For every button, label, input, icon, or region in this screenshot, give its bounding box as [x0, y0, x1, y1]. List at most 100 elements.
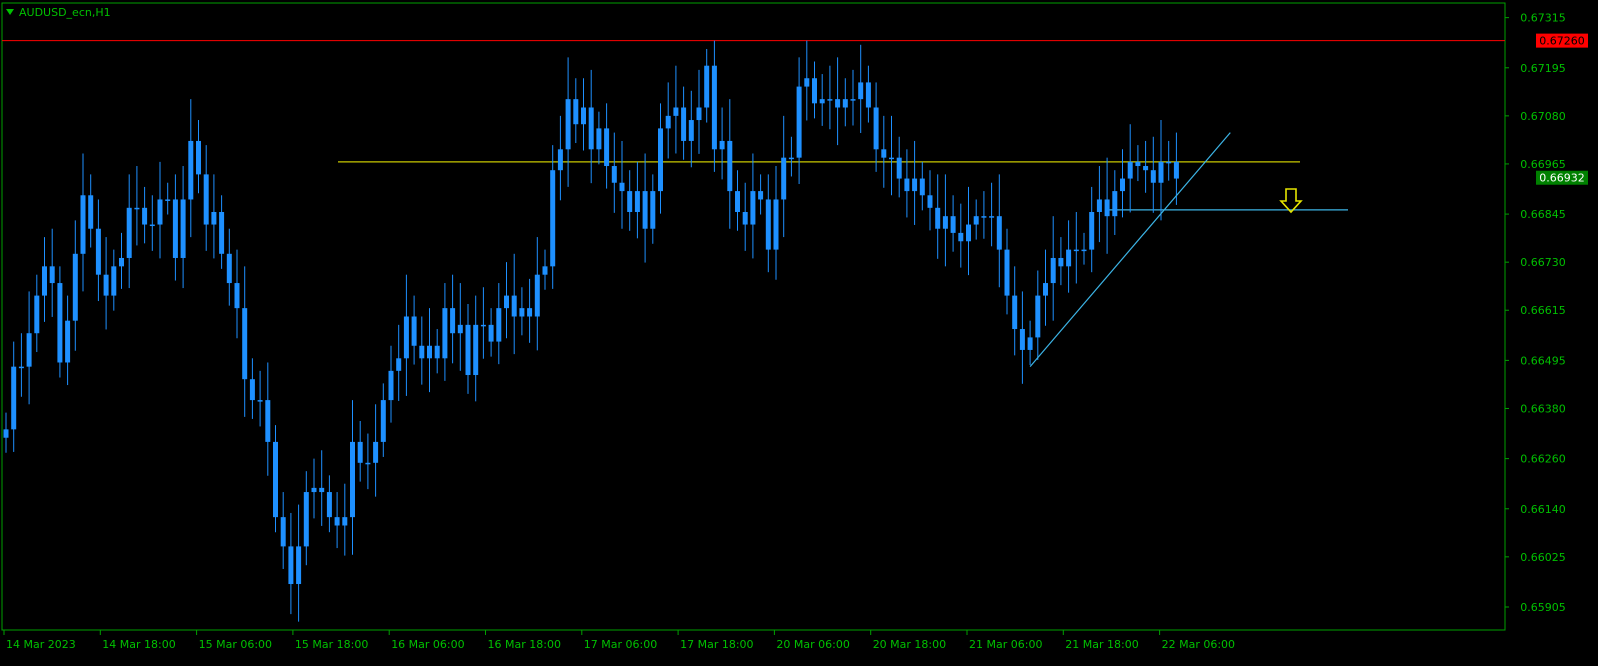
candle-body — [3, 429, 9, 438]
candle-body — [1012, 295, 1018, 330]
candle-body — [681, 107, 687, 141]
candle-body — [665, 115, 671, 129]
candle-body — [889, 157, 894, 160]
candle-body — [303, 492, 309, 547]
x-tick-label: 14 Mar 18:00 — [102, 638, 175, 651]
price-chart[interactable]: 0.67315 0.67195 0.67080 0.66965 0.66845 0.667… — [0, 0, 1598, 666]
candle-body — [334, 517, 340, 526]
candle-body — [1112, 191, 1118, 217]
x-tick-label: 15 Mar 18:00 — [295, 638, 368, 651]
candle-body — [1173, 161, 1179, 179]
y-tick-label: 0.66260 — [1520, 453, 1566, 466]
candle-body — [172, 199, 178, 258]
resistance-price-label: 0.67260 — [1539, 35, 1585, 48]
candle-body — [396, 358, 402, 371]
candle-body — [973, 216, 979, 225]
candle-body — [1004, 249, 1010, 296]
candle-body — [95, 228, 101, 275]
candle-body — [850, 99, 856, 101]
candle-body — [981, 216, 987, 218]
candle-body — [804, 78, 810, 87]
candle-body — [480, 324, 486, 327]
candle-body — [1058, 257, 1064, 267]
candle-body — [149, 224, 155, 227]
candle-body — [411, 316, 417, 346]
candle-body — [565, 99, 571, 150]
candle-body — [1081, 249, 1087, 252]
candle-body — [57, 283, 63, 363]
candle-body — [203, 174, 209, 225]
y-tick-label: 0.66615 — [1520, 304, 1566, 317]
candle-body — [989, 216, 995, 218]
candle-body — [873, 107, 879, 150]
candle-body — [1158, 161, 1164, 183]
candle-body — [1104, 199, 1110, 217]
candle-body — [134, 207, 140, 210]
x-tick-label: 16 Mar 18:00 — [488, 638, 561, 651]
candle-body — [1027, 337, 1033, 350]
candle-body — [350, 441, 355, 518]
candle-body — [727, 140, 733, 192]
candle-body — [465, 324, 471, 376]
candle-body — [180, 199, 186, 258]
y-tick-label: 0.66495 — [1520, 354, 1566, 367]
candle-body — [627, 191, 633, 212]
candle-body — [34, 295, 40, 334]
x-tick-label: 17 Mar 18:00 — [680, 638, 753, 651]
candle-body — [1019, 329, 1025, 350]
x-tick-label: 17 Mar 06:00 — [584, 638, 657, 651]
y-tick-label: 0.67080 — [1520, 110, 1566, 123]
current-price-label: 0.66932 — [1539, 172, 1585, 185]
y-tick-label: 0.67315 — [1520, 12, 1566, 25]
candle-body — [650, 191, 656, 229]
candle-body — [111, 266, 117, 296]
candle-body — [388, 370, 394, 401]
candle-body — [750, 191, 756, 225]
candle-body — [1096, 199, 1102, 212]
candle-body — [119, 257, 124, 267]
candle-body — [442, 308, 448, 359]
candle-body — [927, 195, 933, 208]
y-tick-label: 0.66380 — [1520, 402, 1566, 415]
candle-body — [658, 128, 663, 192]
candle-body — [519, 308, 525, 317]
candle-body — [1066, 249, 1072, 267]
candle-body — [211, 212, 217, 225]
candle-body — [234, 283, 240, 309]
y-tick-label: 0.66965 — [1520, 158, 1566, 171]
candle-body — [80, 195, 86, 254]
candle-body — [380, 400, 386, 442]
collapse-triangle-icon[interactable] — [6, 9, 14, 15]
y-tick-label: 0.66730 — [1520, 256, 1566, 269]
candle-body — [634, 191, 640, 212]
candle-body — [273, 441, 278, 518]
candle-body — [1120, 178, 1125, 192]
candle-body — [611, 166, 617, 183]
candle-body — [688, 120, 694, 141]
candle-body — [419, 345, 425, 359]
candle-body — [796, 86, 802, 158]
candle-body — [1089, 212, 1095, 250]
candle-body — [942, 216, 948, 229]
candle-body — [11, 366, 17, 430]
candle-body — [604, 128, 610, 167]
candle-body — [781, 157, 787, 200]
candle-body — [427, 345, 432, 359]
candle-body — [904, 178, 910, 192]
candle-body — [511, 295, 517, 317]
candle-body — [103, 274, 109, 296]
candle-body — [673, 107, 679, 116]
candle-body — [18, 366, 24, 369]
candle-body — [742, 212, 748, 225]
candle-body — [157, 199, 163, 225]
candle-body — [488, 324, 494, 342]
candle-body — [65, 320, 71, 363]
candle-body — [1050, 257, 1056, 284]
candle-body — [966, 224, 971, 242]
candle-body — [257, 400, 263, 402]
candle-body — [473, 324, 479, 376]
candle-body — [896, 157, 902, 179]
candle-body — [219, 212, 225, 254]
candle-body — [735, 191, 740, 212]
candle-body — [403, 316, 409, 359]
